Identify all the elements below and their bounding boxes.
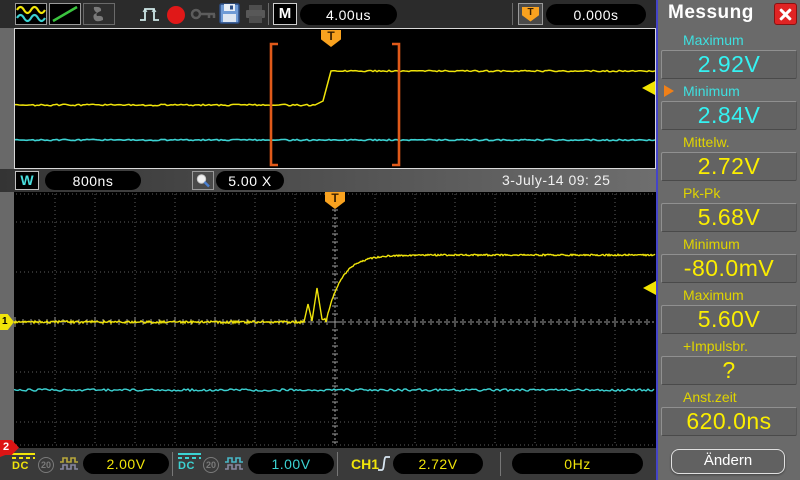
trigger-level-arrow[interactable] <box>643 281 656 295</box>
slope-icon[interactable] <box>49 3 81 25</box>
measurement-label: +Impulsbr. <box>658 337 800 355</box>
ch1-scale-readout: 2.00V <box>83 453 169 474</box>
measurement-label: Mittelw. <box>658 133 800 151</box>
measurement-label: Minimum <box>658 82 800 100</box>
overview-waveform-area: T <box>14 28 656 169</box>
measurement-panel: Messung Maximum2.92VMinimum2.84VMittelw.… <box>656 0 800 480</box>
measurement-value: 2.84V <box>661 101 797 130</box>
main-timebase-icon[interactable]: M <box>273 3 297 25</box>
overview-waveform-svg <box>15 29 655 168</box>
ch2-scale-readout: 1.00V <box>248 453 334 474</box>
measurement-item[interactable]: Anst.zeit620.0ns <box>658 387 800 438</box>
key-lock-icon[interactable] <box>190 3 218 25</box>
window-timebase-readout: 800ns <box>45 171 141 190</box>
zoom-waveform-svg <box>14 192 656 448</box>
toolbar-divider <box>512 3 513 25</box>
zoom-waveform-area: T <box>14 192 656 448</box>
measurement-value: ? <box>661 356 797 385</box>
measurement-list: Maximum2.92VMinimum2.84VMittelw.2.72VPk-… <box>658 30 800 438</box>
bar-divider <box>500 452 501 476</box>
measurement-value: 620.0ns <box>661 407 797 436</box>
measurement-value: 2.92V <box>661 50 797 79</box>
measurement-item[interactable]: Maximum5.60V <box>658 285 800 336</box>
record-icon[interactable] <box>165 3 187 25</box>
ch2-coupling-label: DC <box>178 460 201 472</box>
pulse-mode-icon[interactable] <box>138 3 164 25</box>
window-bar: W 800ns 5.00 X 3-July-14 09: 25 <box>0 169 656 192</box>
panel-header: Messung <box>658 0 800 28</box>
ch1-invert-icon[interactable] <box>59 456 79 477</box>
zoom-factor-readout: 5.00 X <box>216 171 284 190</box>
trigger-icon[interactable]: T <box>518 3 543 25</box>
datetime-label: 3-July-14 09: 25 <box>502 172 610 188</box>
selected-arrow-icon <box>664 85 674 97</box>
decode-icon[interactable] <box>83 3 115 25</box>
measurement-item[interactable]: Mittelw.2.72V <box>658 132 800 183</box>
ch2-bandwidth-icon[interactable]: 20 <box>203 457 219 473</box>
toolbar-divider <box>268 3 269 25</box>
ch1-coupling-icon[interactable]: DC <box>12 453 35 472</box>
close-icon[interactable] <box>774 3 797 25</box>
trigger-level-readout: 2.72V <box>393 453 483 474</box>
measurement-label: Maximum <box>658 286 800 304</box>
save-icon[interactable] <box>218 3 242 25</box>
ch1-bandwidth-icon[interactable]: 20 <box>38 457 54 473</box>
measurement-value: -80.0mV <box>661 254 797 283</box>
window-timebase-icon[interactable]: W <box>15 171 39 190</box>
trigger-position-readout: 0.000s <box>546 4 646 25</box>
magnifier-icon[interactable] <box>192 171 214 190</box>
ch2-coupling-icon[interactable]: DC <box>178 453 201 472</box>
ch2-invert-icon[interactable] <box>224 456 244 477</box>
rising-edge-icon[interactable] <box>377 454 391 479</box>
measurement-item[interactable]: +Impulsbr.? <box>658 336 800 387</box>
oscilloscope-screen: M 4.00us T 0.000s T W 800ns 5.00 X 3-Jul… <box>0 0 800 480</box>
trigger-level-arrow[interactable] <box>642 81 655 95</box>
measurement-label: Pk-Pk <box>658 184 800 202</box>
measurement-value: 2.72V <box>661 152 797 181</box>
bar-divider <box>337 452 338 476</box>
measurement-label: Minimum <box>658 235 800 253</box>
measurement-value: 5.68V <box>661 203 797 232</box>
panel-title: Messung <box>668 2 754 24</box>
top-toolbar: M 4.00us T 0.000s <box>0 0 656 28</box>
bar-divider <box>172 452 173 476</box>
measurement-label: Maximum <box>658 31 800 49</box>
channel-waves-icon[interactable] <box>15 3 47 25</box>
ch1-coupling-label: DC <box>12 460 35 472</box>
frequency-readout: 0Hz <box>512 453 643 474</box>
main-timebase-readout: 4.00us <box>300 4 397 25</box>
measurement-item[interactable]: Minimum2.84V <box>658 81 800 132</box>
measurement-label: Anst.zeit <box>658 388 800 406</box>
change-button[interactable]: Ändern <box>671 449 785 474</box>
print-icon[interactable] <box>244 3 268 25</box>
trigger-source-label: CH1 <box>351 456 379 472</box>
measurement-item[interactable]: Maximum2.92V <box>658 30 800 81</box>
measurement-item[interactable]: Pk-Pk5.68V <box>658 183 800 234</box>
measurement-value: 5.60V <box>661 305 797 334</box>
ch1-position-marker[interactable]: 1 <box>0 314 14 330</box>
measurement-item[interactable]: Minimum-80.0mV <box>658 234 800 285</box>
trigger-shield-icon: T <box>522 7 539 22</box>
bottom-bar: DC 20 2.00V DC 20 1.00V CH1 <box>0 448 656 480</box>
